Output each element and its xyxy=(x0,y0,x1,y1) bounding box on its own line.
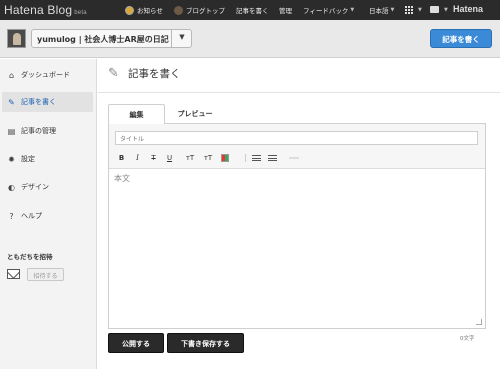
sidebar-item-label: 設定 xyxy=(21,155,35,163)
publish-button[interactable]: 公開する xyxy=(108,333,164,353)
language-menu[interactable]: 日本語 ▼ xyxy=(369,0,394,20)
gear-icon: ✹ xyxy=(8,154,15,164)
sidebar-item-label: 記事の管理 xyxy=(21,127,56,135)
character-count: 0文字 xyxy=(460,336,475,342)
save-draft-button[interactable]: 下書き保存する xyxy=(167,333,244,353)
user-avatar-icon xyxy=(174,5,183,15)
notice-icon xyxy=(125,5,134,15)
chat-icon[interactable] xyxy=(430,6,439,13)
notice-link[interactable]: お知らせ xyxy=(125,0,163,20)
sidebar-item-label: デザイン xyxy=(21,183,49,191)
document-icon: ▤ xyxy=(7,126,16,136)
font-size-down-button[interactable]: тT xyxy=(201,152,215,164)
pencil-icon: ✎ xyxy=(8,97,15,107)
mail-icon xyxy=(7,269,20,279)
numbered-list-icon[interactable] xyxy=(268,155,277,161)
sidebar-item-label: ダッシュボード xyxy=(21,71,70,79)
write-link[interactable]: 記事を書く xyxy=(236,0,269,20)
sidebar-item-settings[interactable]: ✹ 設定 xyxy=(2,149,93,169)
pencil-icon: ✎ xyxy=(108,65,119,81)
write-link-label: 記事を書く xyxy=(236,7,269,15)
sidebar-item-write[interactable]: ✎ 記事を書く xyxy=(2,92,93,112)
page-header: ✎ 記事を書く xyxy=(108,66,181,81)
title-input[interactable] xyxy=(115,131,478,145)
chevron-down-icon: ▼ xyxy=(444,7,448,13)
underline-button[interactable]: U xyxy=(165,152,174,164)
palette-icon: ◐ xyxy=(8,182,15,192)
blog-top-link[interactable]: ブログトップ xyxy=(174,0,225,20)
horizontal-rule-icon[interactable] xyxy=(289,157,299,159)
body-placeholder: 本文 xyxy=(114,174,130,183)
invite-heading: ともだちを招待 xyxy=(7,253,53,261)
top-bar: Hatena Blog beta お知らせ ブログトップ 記事を書く 管理 フィー… xyxy=(0,0,500,20)
apps-grid-icon[interactable] xyxy=(405,6,413,14)
sidebar-item-label: ヘルプ xyxy=(21,212,42,220)
write-article-button[interactable]: 記事を書く xyxy=(430,29,492,48)
write-article-label: 記事を書く xyxy=(442,35,480,44)
chevron-down-icon: ▼ xyxy=(179,33,185,41)
manage-link-label: 管理 xyxy=(279,7,292,15)
language-label: 日本語 xyxy=(369,7,389,15)
sidebar-item-label: 記事を書く xyxy=(21,98,56,106)
resize-handle-icon[interactable] xyxy=(476,319,482,325)
sidebar-item-help[interactable]: ? ヘルプ xyxy=(2,206,93,226)
editor-panel: B I T U тT тT 本文 xyxy=(108,123,486,329)
strikethrough-button[interactable]: T xyxy=(149,152,158,164)
feedback-label: フィードバック xyxy=(303,7,349,15)
font-size-up-button[interactable]: тT xyxy=(183,152,197,164)
bold-button[interactable]: B xyxy=(117,152,126,164)
invite-button[interactable]: 招待する xyxy=(27,268,64,281)
chevron-down-icon: ▼ xyxy=(390,7,395,13)
manage-link[interactable]: 管理 xyxy=(279,0,292,20)
hatena-brand-text: Hatena xyxy=(453,4,484,14)
toolbar-separator xyxy=(245,154,246,162)
blog-selector-dropdown[interactable]: ▼ xyxy=(171,29,192,48)
sidebar-item-design[interactable]: ◐ デザイン xyxy=(2,177,93,197)
logo-text: Hatena Blog xyxy=(4,3,73,17)
tab-edit-label: 編集 xyxy=(129,111,144,119)
chevron-down-icon: ▼ xyxy=(350,7,355,13)
tab-preview[interactable]: プレビュー xyxy=(165,104,225,124)
page-title: 記事を書く xyxy=(128,68,181,80)
publish-button-label: 公開する xyxy=(122,340,150,348)
invite-button-label: 招待する xyxy=(33,273,58,280)
tab-preview-label: プレビュー xyxy=(177,110,213,118)
save-draft-label: 下書き保存する xyxy=(181,340,230,348)
bullet-list-icon[interactable] xyxy=(252,155,261,161)
italic-button[interactable]: I xyxy=(133,152,142,164)
sidebar-item-manage[interactable]: ▤ 記事の管理 xyxy=(2,121,93,141)
feedback-menu[interactable]: フィードバック ▼ xyxy=(303,0,354,20)
notice-label: お知らせ xyxy=(137,7,163,15)
hatena-blog-logo[interactable]: Hatena Blog beta xyxy=(4,3,87,17)
tab-edit[interactable]: 編集 xyxy=(108,104,165,124)
body-textarea[interactable]: 本文 xyxy=(109,168,485,328)
sidebar: ⌂ ダッシュボード ✎ 記事を書く ▤ 記事の管理 ✹ 設定 ◐ デザイン ? … xyxy=(0,59,97,369)
help-icon: ? xyxy=(9,211,14,221)
blog-selector[interactable]: yumulog | 社会人博士AR屋の日記 xyxy=(31,29,192,48)
text-color-icon[interactable] xyxy=(221,154,229,162)
blog-top-label: ブログトップ xyxy=(186,7,225,15)
sidebar-item-dashboard[interactable]: ⌂ ダッシュボード xyxy=(2,65,93,85)
chevron-down-icon: ▼ xyxy=(418,7,422,13)
blog-name: yumulog | 社会人博士AR屋の日記 xyxy=(37,35,169,44)
blog-avatar[interactable] xyxy=(7,29,26,48)
logo-beta: beta xyxy=(74,10,87,16)
hatena-brand-logo[interactable]: Hatena xyxy=(453,4,483,14)
home-icon: ⌂ xyxy=(8,70,15,80)
blog-bar: yumulog | 社会人博士AR屋の日記 ▼ 記事を書く xyxy=(0,20,500,58)
divider xyxy=(98,92,500,93)
